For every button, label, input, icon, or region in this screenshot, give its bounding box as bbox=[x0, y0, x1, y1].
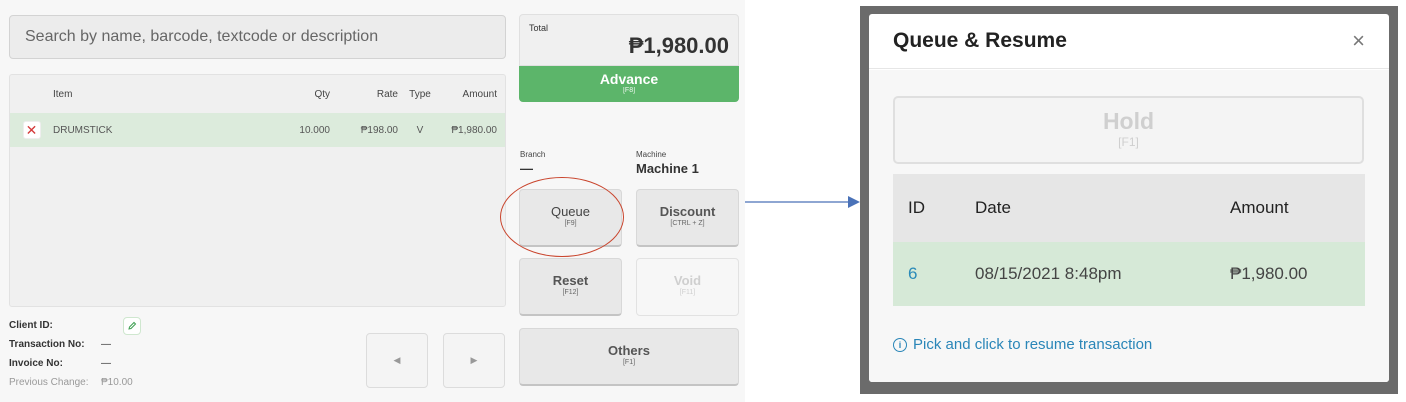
search-input[interactable] bbox=[25, 28, 490, 46]
hold-label: Hold bbox=[1102, 108, 1155, 134]
row-qty: 10.000 bbox=[299, 124, 330, 136]
void-label: Void bbox=[673, 273, 702, 288]
header-id: ID bbox=[908, 198, 925, 217]
reset-button[interactable]: Reset [F12] bbox=[519, 258, 622, 316]
queue-resume-modal: Queue & Resume × Hold [F1] ID Date Amoun… bbox=[869, 14, 1389, 382]
total-value: ₱1,980.00 bbox=[628, 33, 729, 58]
queue-table-header: ID Date Amount bbox=[893, 174, 1365, 242]
machine-value: Machine 1 bbox=[636, 161, 699, 176]
discount-button[interactable]: Discount [CTRL + Z] bbox=[636, 189, 739, 247]
row-item: DRUMSTICK bbox=[53, 124, 113, 136]
machine-info: Machine Machine 1 bbox=[636, 150, 699, 176]
queue-highlight-circle bbox=[500, 177, 624, 257]
invoice-no-row: Invoice No: — bbox=[9, 354, 141, 373]
info-icon: i bbox=[893, 337, 907, 352]
row-type: V bbox=[416, 124, 424, 136]
others-button[interactable]: Others [F1] bbox=[519, 328, 739, 386]
client-id-label: Client ID: bbox=[9, 320, 53, 331]
queue-row[interactable]: 6 08/15/2021 8:48pm ₱1,980.00 bbox=[893, 242, 1365, 306]
header-date: Date bbox=[975, 198, 1011, 217]
total-label: Total bbox=[529, 23, 549, 33]
row-rate: ₱198.00 bbox=[360, 124, 398, 136]
void-shortcut: [F11] bbox=[679, 289, 696, 296]
header-item: Item bbox=[53, 88, 73, 100]
previous-change-value: ₱10.00 bbox=[101, 377, 133, 388]
queue-row-amount: ₱1,980.00 bbox=[1230, 264, 1308, 283]
transaction-no-label: Transaction No: bbox=[9, 339, 85, 350]
close-icon[interactable]: × bbox=[1352, 30, 1365, 52]
arrow-right-icon bbox=[745, 196, 860, 208]
hold-button[interactable]: Hold [F1] bbox=[893, 96, 1364, 164]
others-label: Others bbox=[608, 343, 650, 358]
previous-change-label: Previous Change: bbox=[9, 377, 89, 388]
queue-row-id: 6 bbox=[908, 264, 918, 283]
invoice-no-value: — bbox=[101, 358, 111, 369]
reset-label: Reset bbox=[552, 273, 589, 288]
hold-shortcut: [F1] bbox=[1118, 135, 1139, 149]
header-rate: Rate bbox=[376, 88, 398, 100]
header-type: Type bbox=[409, 88, 431, 100]
modal-body: Hold [F1] ID Date Amount 6 08/15/2021 8:… bbox=[869, 70, 1389, 382]
advance-label: Advance bbox=[599, 71, 659, 87]
items-table: Item Qty Rate Type Amount ✕ DRUMSTICK 10… bbox=[9, 74, 506, 307]
caret-right-icon: ▶ bbox=[470, 355, 478, 365]
advance-button[interactable]: Advance [F8] bbox=[519, 66, 739, 102]
queue-row-date: 08/15/2021 8:48pm bbox=[975, 264, 1122, 283]
row-amount: ₱1,980.00 bbox=[451, 124, 497, 136]
others-shortcut: [F1] bbox=[622, 359, 636, 366]
header-qty: Qty bbox=[314, 88, 330, 100]
client-id-row: Client ID: bbox=[9, 316, 141, 335]
transaction-info: Client ID: Transaction No: — Invoice No:… bbox=[9, 316, 141, 392]
advance-shortcut: [F8] bbox=[622, 87, 636, 94]
transaction-no-value: — bbox=[101, 339, 111, 350]
reset-shortcut: [F12] bbox=[562, 289, 579, 296]
next-page-button[interactable]: ▶ bbox=[443, 333, 505, 388]
search-box[interactable] bbox=[9, 15, 506, 59]
table-row[interactable]: ✕ DRUMSTICK 10.000 ₱198.00 V ₱1,980.00 bbox=[10, 113, 505, 147]
modal-header: Queue & Resume × bbox=[869, 14, 1389, 69]
modal-title: Queue & Resume bbox=[893, 29, 1067, 52]
branch-label: Branch bbox=[520, 150, 546, 159]
caret-left-icon: ◀ bbox=[393, 355, 401, 365]
header-amount: Amount bbox=[1230, 198, 1289, 217]
remove-item-icon[interactable]: ✕ bbox=[22, 121, 41, 139]
pencil-icon[interactable] bbox=[123, 316, 141, 335]
prev-page-button[interactable]: ◀ bbox=[366, 333, 428, 388]
total-box: Total ₱1,980.00 bbox=[519, 14, 739, 66]
branch-info: Branch — bbox=[520, 150, 545, 176]
transaction-no-row: Transaction No: — bbox=[9, 335, 141, 354]
pos-panel: Item Qty Rate Type Amount ✕ DRUMSTICK 10… bbox=[0, 0, 745, 402]
discount-label: Discount bbox=[659, 204, 716, 219]
previous-change-row: Previous Change: ₱10.00 bbox=[9, 373, 141, 392]
void-button[interactable]: Void [F11] bbox=[636, 258, 739, 316]
branch-value: — bbox=[520, 161, 533, 176]
invoice-no-label: Invoice No: bbox=[9, 358, 63, 369]
table-header: Item Qty Rate Type Amount bbox=[10, 75, 505, 113]
resume-hint-text: Pick and click to resume transaction bbox=[913, 336, 1153, 353]
discount-shortcut: [CTRL + Z] bbox=[670, 220, 705, 227]
resume-hint: i Pick and click to resume transaction bbox=[893, 336, 1152, 353]
screenshot-root: Item Qty Rate Type Amount ✕ DRUMSTICK 10… bbox=[0, 0, 1406, 402]
header-amount: Amount bbox=[462, 88, 497, 100]
machine-label: Machine bbox=[636, 150, 667, 159]
